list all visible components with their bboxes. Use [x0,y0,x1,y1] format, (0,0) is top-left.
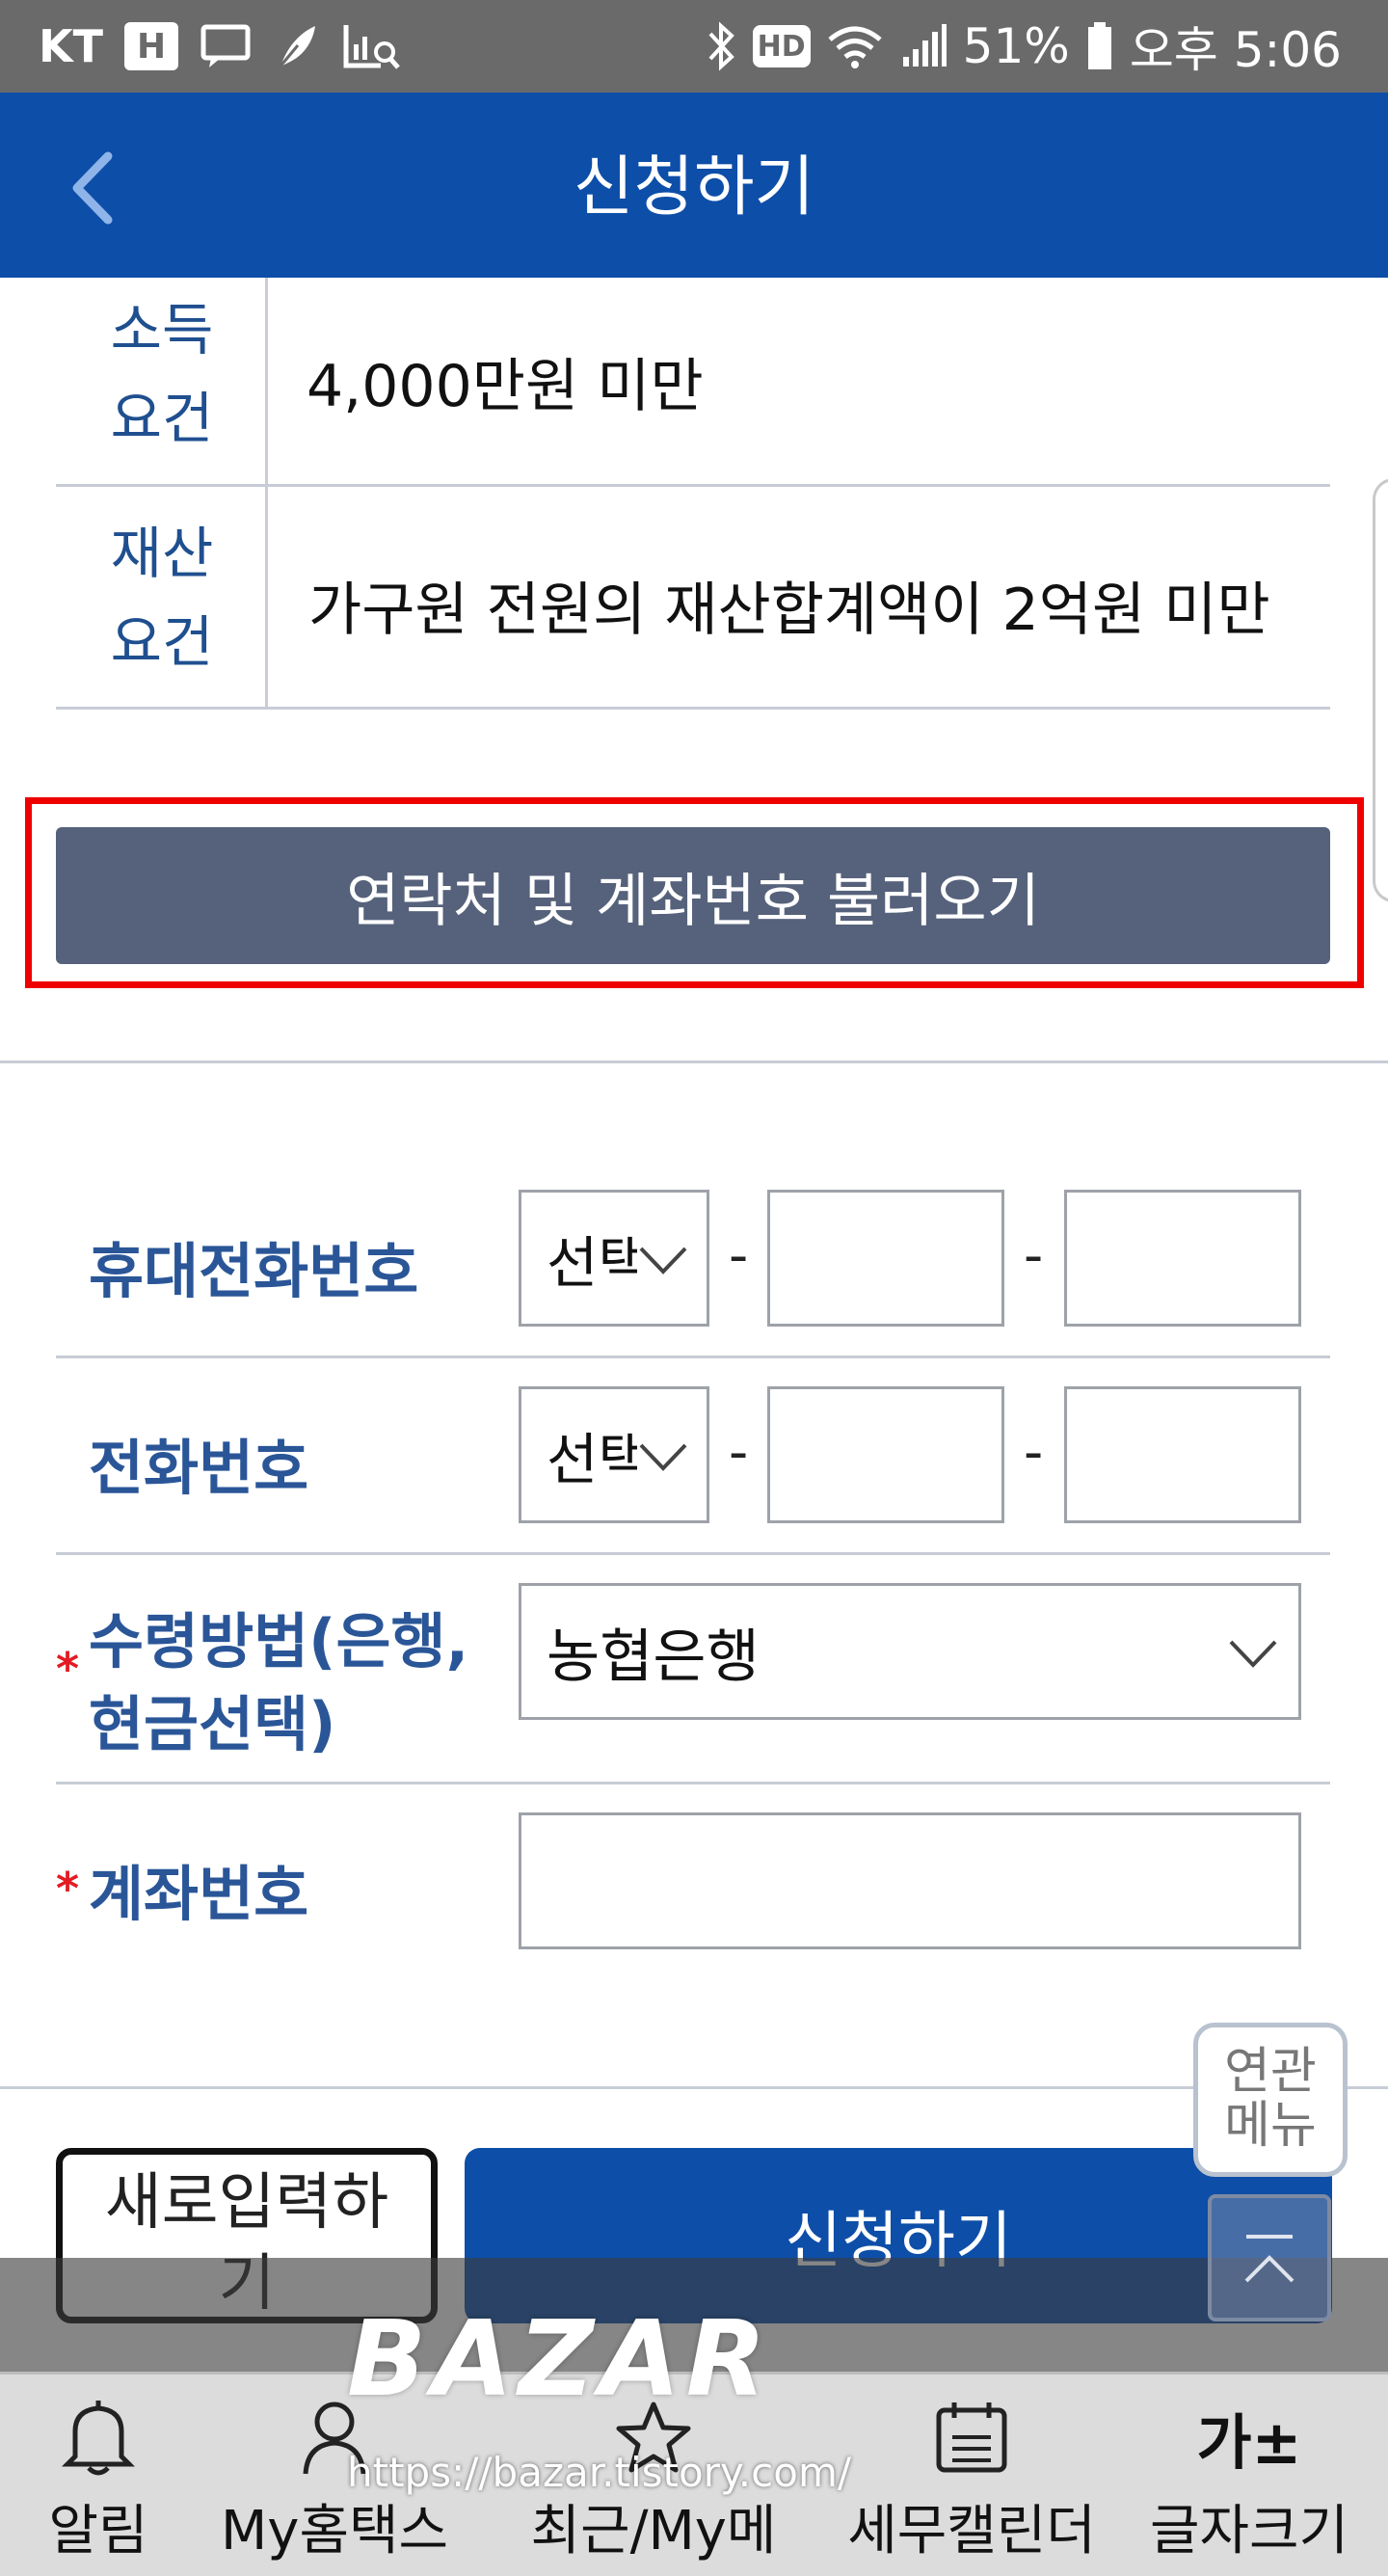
clock: 오후 5:06 [1129,22,1342,78]
chart-search-icon [342,21,402,71]
hd-voice-icon: HD [752,25,811,67]
income-label-line1: 소득 [110,297,214,362]
battery-percent: 51% [962,18,1070,74]
status-left: KT H [39,17,402,75]
phone-label: 전화번호 [89,1433,309,1503]
chevron-down-icon [639,1443,687,1471]
form-row-divider [56,1552,1330,1555]
asset-label-line2: 요건 [110,609,214,675]
status-bar: KT H HD 51% 오후 5:06 [0,0,1388,93]
nav-label-recent-menu: 최근/My메뉴 [530,2500,777,2563]
related-menu-button[interactable]: 연관 메뉴 [1193,2023,1348,2177]
feather-icon [273,20,321,72]
battery-icon [1085,20,1114,72]
status-right: HD 51% 오후 5:06 [705,17,1342,78]
chevron-down-icon [639,1247,687,1275]
receive-method-value: 농협은행 [547,1623,760,1691]
nav-item-tax-calendar[interactable]: 세무캘린더 [846,2393,1097,2565]
mobile-separator-2: - [1024,1224,1044,1287]
side-drawer-handle[interactable] [1373,478,1388,902]
required-mark: * [56,1643,80,1695]
mobile-middle-input[interactable] [767,1190,1004,1327]
receive-method-label-line1: 수령방법(은행, [89,1606,469,1677]
page-title: 신청하기 [573,149,815,226]
h-network-icon: H [124,22,179,70]
font-size-icon: 가± [1196,2407,1302,2478]
nav-label-tax-calendar: 세무캘린더 [847,2500,1096,2563]
reset-label-line1: 새로입력하 [104,2167,389,2239]
signal-icon [899,22,948,70]
mobile-separator-1: - [729,1224,749,1287]
form-row-divider [56,1355,1330,1358]
mobile-label: 휴대전화번호 [89,1236,419,1306]
phone-prefix-value: 선택 [547,1427,637,1492]
section-divider [0,2086,1388,2089]
chevron-down-icon [1229,1640,1277,1668]
account-label: 계좌번호 [89,1859,309,1929]
related-label-line1: 연관 [1224,2043,1317,2101]
mobile-last-input[interactable] [1064,1190,1301,1327]
message-icon [200,23,252,69]
mobile-prefix-select[interactable]: 선택 [519,1190,709,1327]
asset-value: 가구원 전원의 재산합계액이 2억원 미만 [308,577,1270,644]
wifi-icon [826,22,884,70]
related-label-line2: 메뉴 [1224,2097,1317,2155]
load-contact-account-button[interactable]: 연락처 및 계좌번호 불러오기 [56,827,1330,964]
receive-method-label-line2: 현금선택) [89,1689,336,1759]
receive-method-select[interactable]: 농협은행 [519,1583,1301,1720]
nav-item-alerts[interactable]: 알림 [0,2393,224,2565]
phone-prefix-select[interactable]: 선택 [519,1386,709,1523]
nav-label-alerts: 알림 [48,2500,148,2563]
chevron-up-icon [1244,2235,1295,2283]
table-row-divider [56,484,1330,487]
watermark-title: BAZAR [347,2299,772,2420]
calendar-icon [846,2393,1097,2482]
bluetooth-icon [705,20,737,72]
phone-separator-2: - [1024,1421,1044,1484]
phone-last-input[interactable] [1064,1386,1301,1523]
table-bottom-border [56,707,1330,710]
account-number-input[interactable] [519,1812,1301,1949]
scroll-top-button[interactable] [1208,2194,1331,2321]
carrier-label: KT [39,20,104,72]
section-divider [0,1060,1388,1063]
nav-label-my-hometax: My홈택스 [220,2500,449,2563]
watermark-url: https://bazar.tistory.com/ [347,2449,852,2496]
income-label-line2: 요건 [110,386,214,451]
nav-label-font-size: 글자크기 [1149,2500,1349,2563]
phone-separator-1: - [729,1421,749,1484]
asset-label-line1: 재산 [110,521,214,586]
required-mark: * [56,1863,80,1915]
bell-icon [0,2393,224,2482]
nav-item-font-size[interactable]: 가± 글자크기 [1124,2393,1375,2565]
mobile-prefix-value: 선택 [547,1230,637,1296]
phone-middle-input[interactable] [767,1386,1004,1523]
form-row-divider [56,1782,1330,1784]
income-value: 4,000만원 미만 [307,353,704,420]
